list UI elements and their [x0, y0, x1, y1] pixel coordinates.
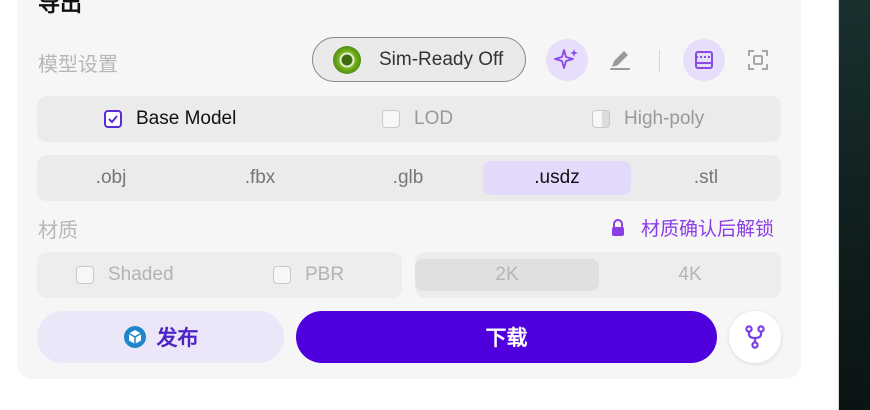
lod-checkbox[interactable] [382, 110, 400, 128]
format-obj[interactable]: .obj [37, 161, 185, 195]
toolbar-divider [659, 50, 660, 72]
format-glb[interactable]: .glb [334, 161, 482, 195]
option-base-model[interactable]: Base Model [104, 96, 236, 142]
publish-button[interactable]: 发布 [37, 311, 284, 363]
pencil-icon [610, 51, 630, 70]
frame-button[interactable] [683, 39, 725, 81]
material-lock-note: 材质确认后解锁 [610, 214, 774, 241]
focus-button[interactable] [744, 46, 772, 74]
download-label: 下载 [485, 326, 528, 350]
format-fbx[interactable]: .fbx [186, 161, 334, 195]
model-settings-label: 模型设置 [38, 52, 118, 76]
material-options-row: Shaded PBR [37, 252, 402, 298]
frame-icon [695, 51, 713, 69]
option-lod[interactable]: LOD [382, 96, 453, 142]
base-model-label: Base Model [136, 108, 237, 129]
shaded-checkbox[interactable] [76, 266, 94, 284]
background-panel [838, 0, 870, 410]
sim-ready-icon [333, 45, 361, 74]
format-usdz[interactable]: .usdz [483, 161, 631, 195]
fork-button[interactable] [729, 311, 781, 363]
edit-button[interactable] [606, 46, 634, 74]
pbr-checkbox[interactable] [273, 266, 291, 284]
card-title: 导出 [38, 0, 83, 17]
focus-icon [748, 50, 768, 70]
resolution-4k[interactable]: 4K [598, 259, 782, 291]
publish-label: 发布 [156, 326, 199, 350]
option-high-poly[interactable]: High-poly [592, 96, 704, 142]
option-pbr[interactable]: PBR [273, 252, 344, 298]
lock-icon [612, 218, 624, 236]
sim-ready-label: Sim-Ready Off [379, 48, 504, 70]
resolution-selector: 2K 4K [415, 252, 781, 298]
download-button[interactable]: 下载 [296, 311, 717, 363]
check-icon [108, 115, 118, 124]
base-model-checkbox[interactable] [104, 110, 122, 128]
lock-note-text: 材质确认后解锁 [641, 218, 775, 240]
sim-ready-toggle[interactable]: Sim-Ready Off [312, 37, 526, 82]
format-stl[interactable]: .stl [632, 161, 780, 195]
format-selector: .obj .fbx .glb .usdz .stl [37, 155, 781, 201]
high-poly-checkbox[interactable] [592, 110, 610, 128]
cube-icon [123, 326, 146, 348]
fork-icon [745, 325, 765, 349]
model-options-row: Base Model LOD High-poly [37, 96, 781, 142]
option-shaded[interactable]: Shaded [76, 252, 174, 298]
pbr-label: PBR [305, 264, 345, 285]
sparkle-icon [554, 49, 578, 69]
high-poly-label: High-poly [624, 108, 705, 129]
material-label: 材质 [38, 218, 78, 242]
resolution-2k[interactable]: 2K [415, 259, 599, 291]
shaded-label: Shaded [108, 264, 174, 285]
sparkle-button[interactable] [546, 39, 588, 81]
lod-label: LOD [414, 108, 454, 129]
